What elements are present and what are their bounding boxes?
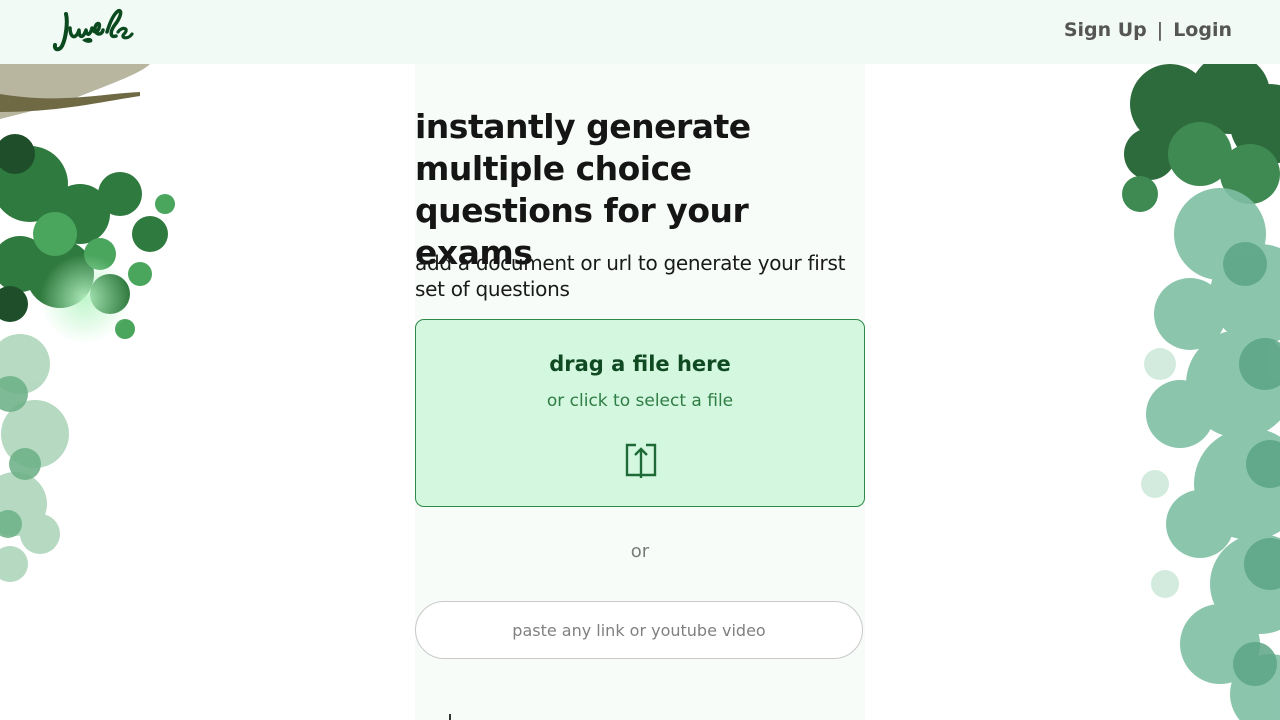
top-navbar: Sign Up | Login — [0, 0, 1280, 64]
left-foliage-decoration — [0, 64, 175, 582]
page-headline: instantly generate multiple choice quest… — [415, 107, 751, 272]
or-divider: or — [630, 541, 650, 562]
cutoff-text-fragment — [449, 714, 451, 720]
jungle-logo[interactable] — [52, 8, 134, 54]
page: Sign Up | Login instantly generate multi… — [0, 0, 1280, 720]
dropzone-subtitle: or click to select a file — [546, 391, 734, 411]
file-dropzone[interactable]: drag a file here or click to select a fi… — [415, 319, 865, 507]
upload-icon — [625, 443, 657, 478]
signup-link[interactable]: Sign Up — [1064, 19, 1147, 41]
right-foliage-decoration — [1122, 64, 1280, 720]
link-url-input[interactable] — [415, 601, 863, 659]
page-subtitle: add a document or url to generate your f… — [415, 251, 846, 301]
login-link[interactable]: Login — [1173, 19, 1232, 41]
dropzone-title: drag a file here — [549, 352, 731, 376]
nav-separator: | — [1156, 19, 1164, 41]
auth-nav: Sign Up | Login — [1064, 19, 1232, 41]
main-content: instantly generate multiple choice quest… — [415, 64, 865, 720]
